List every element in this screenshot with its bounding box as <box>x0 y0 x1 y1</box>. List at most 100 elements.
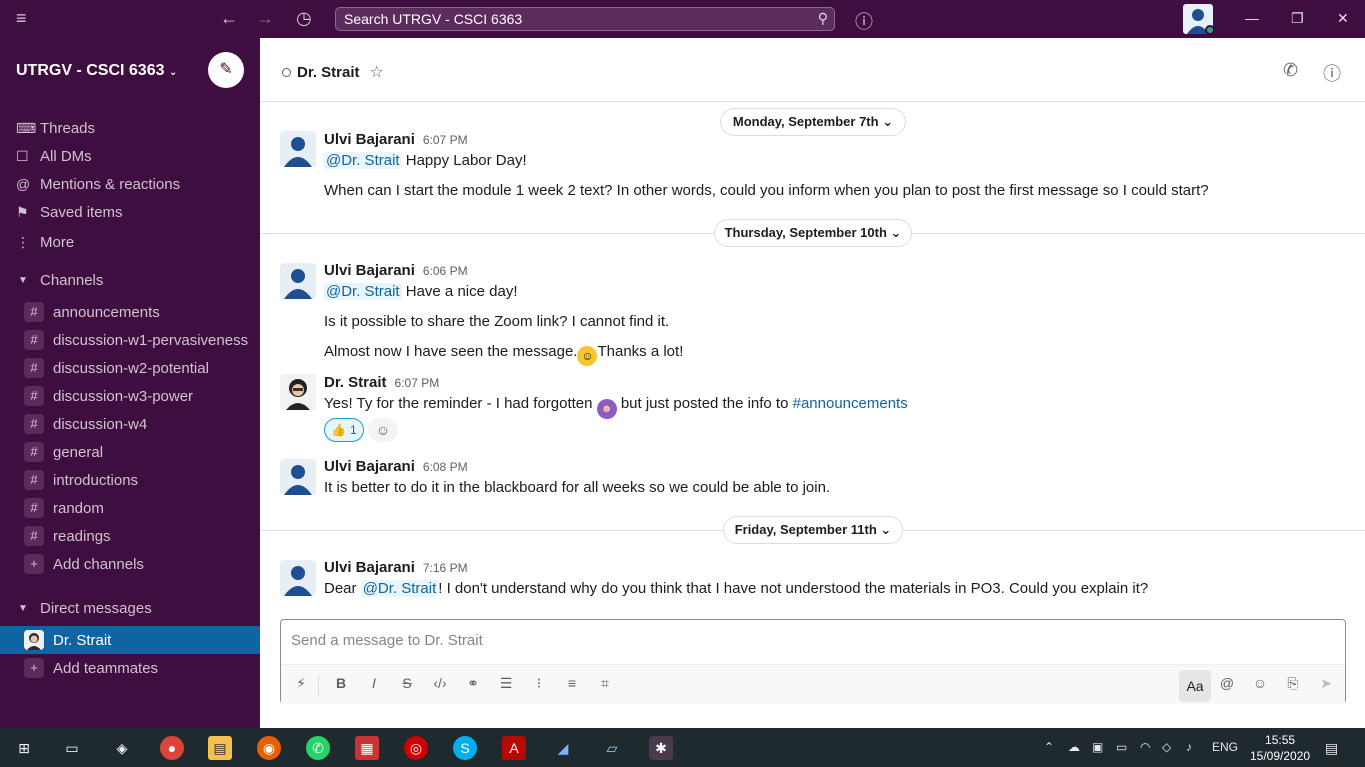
emoji-icon[interactable]: ☺ <box>1250 675 1270 691</box>
tray-app-icon[interactable]: ☁ <box>1068 740 1080 754</box>
link-icon[interactable]: ⚭ <box>463 675 483 692</box>
workspace-name[interactable]: UTRGV - CSCI 6363 ⌄ <box>16 62 177 80</box>
system-clock[interactable]: 15:55 15/09/2020 <box>1250 732 1310 764</box>
sidebar-item-discussion-w3[interactable]: # discussion-w3-power <box>24 382 193 410</box>
add-channels-button[interactable]: + Add channels <box>24 550 144 578</box>
info-icon[interactable]: ⓘ <box>1323 60 1341 86</box>
history-icon[interactable]: ◷ <box>296 8 312 29</box>
bold-icon[interactable]: B <box>331 675 351 691</box>
skype-icon[interactable]: S <box>453 736 477 760</box>
user-mention[interactable]: @Dr. Strait <box>360 580 439 597</box>
sidebar-item-readings[interactable]: # readings <box>24 522 111 550</box>
dropbox-icon[interactable]: ◇ <box>1162 740 1171 754</box>
user-mention[interactable]: @Dr. Strait <box>324 152 402 169</box>
channel-title[interactable]: Dr. Strait ☆ <box>282 62 384 82</box>
blockquote-icon[interactable]: ≡ <box>562 675 582 691</box>
code-icon[interactable]: ‹/› <box>430 675 450 691</box>
windows-start-icon[interactable]: ⊞ <box>12 736 36 760</box>
date-divider[interactable]: Friday, September 11th ⌄ <box>723 516 903 544</box>
avatar[interactable] <box>280 263 316 299</box>
firefox-icon[interactable]: ◉ <box>257 736 281 760</box>
wifi-icon[interactable]: ◠ <box>1140 740 1150 754</box>
app-icon[interactable]: ◈ <box>110 736 134 760</box>
message-timestamp[interactable]: 6:07 PM <box>423 133 468 147</box>
shortcuts-icon[interactable]: ⚡ <box>291 675 311 692</box>
notifications-icon[interactable]: ▤ <box>1325 740 1338 757</box>
star-icon[interactable]: ☆ <box>370 62 384 82</box>
search-bar[interactable]: Search UTRGV - CSCI 6363 ⚲ <box>335 7 835 31</box>
sidebar-item-more[interactable]: ⋮ More <box>16 229 74 255</box>
send-icon[interactable]: ➤ <box>1316 675 1336 692</box>
sidebar-item-discussion-w1[interactable]: # discussion-w1-pervasiveness <box>24 326 248 354</box>
back-arrow-icon[interactable]: ← <box>220 8 238 29</box>
bulleted-list-icon[interactable]: ⁝ <box>529 675 549 692</box>
sidebar-item-dr-strait[interactable]: Dr. Strait <box>0 626 260 654</box>
mention-icon[interactable]: @ <box>1217 675 1237 691</box>
forward-arrow-icon[interactable]: → <box>256 8 274 29</box>
attach-icon[interactable]: ⎘ <box>1283 675 1303 692</box>
sidebar: UTRGV - CSCI 6363 ⌄ ✎ ⌨ Threads ☐ All DMs … <box>0 38 260 728</box>
volume-icon[interactable]: ♪ <box>1186 740 1192 754</box>
sidebar-item-threads[interactable]: ⌨ Threads <box>16 115 95 141</box>
dm-section-header[interactable]: ▼ Direct messages <box>18 595 152 621</box>
date-divider[interactable]: Monday, September 7th ⌄ <box>720 108 906 136</box>
acrobat-icon[interactable]: A <box>502 736 526 760</box>
formatting-toggle[interactable]: Aa <box>1179 670 1211 702</box>
sidebar-item-all-dms[interactable]: ☐ All DMs <box>16 143 92 169</box>
sidebar-item-saved[interactable]: ⚑ Saved items <box>16 199 123 225</box>
maximize-icon[interactable]: ❐ <box>1291 10 1304 27</box>
file-explorer-icon[interactable]: ▤ <box>208 736 232 760</box>
sidebar-item-random[interactable]: # random <box>24 494 104 522</box>
add-teammates-button[interactable]: + Add teammates <box>24 654 158 682</box>
app-icon[interactable]: ◢ <box>551 736 575 760</box>
compose-icon[interactable]: ✎ <box>208 52 244 88</box>
message-author[interactable]: Ulvi Bajarani 6:06 PM <box>324 262 468 279</box>
date-divider[interactable]: Thursday, September 10th ⌄ <box>714 219 912 247</box>
strikethrough-icon[interactable]: S <box>397 675 417 691</box>
ordered-list-icon[interactable]: ☰ <box>496 675 516 692</box>
sidebar-item-discussion-w2[interactable]: # discussion-w2-potential <box>24 354 209 382</box>
message-author[interactable]: Dr. Strait 6:07 PM <box>324 374 439 391</box>
avatar[interactable] <box>280 560 316 596</box>
sidebar-item-mentions[interactable]: @ Mentions & reactions <box>16 171 180 197</box>
help-icon[interactable]: ⓘ <box>855 8 873 34</box>
close-icon[interactable]: ✕ <box>1337 10 1349 27</box>
message-timestamp[interactable]: 6:07 PM <box>395 376 440 390</box>
tray-chevron-icon[interactable]: ⌃ <box>1044 740 1054 754</box>
tray-app-icon[interactable]: ▣ <box>1092 740 1103 754</box>
sidebar-item-general[interactable]: # general <box>24 438 103 466</box>
whatsapp-icon[interactable]: ✆ <box>306 736 330 760</box>
reaction-thumbs-up[interactable]: 👍 1 <box>324 418 364 442</box>
message-author[interactable]: Ulvi Bajarani 6:07 PM <box>324 131 468 148</box>
slack-icon[interactable]: ✱ <box>649 736 673 760</box>
italic-icon[interactable]: I <box>364 675 384 691</box>
task-view-icon[interactable]: ▭ <box>60 736 84 760</box>
sidebar-item-discussion-w4[interactable]: # discussion-w4 <box>24 410 147 438</box>
phone-icon[interactable]: ✆ <box>1283 60 1298 81</box>
calendar-app-icon[interactable]: ▦ <box>355 736 379 760</box>
sidebar-item-announcements[interactable]: # announcements <box>24 298 160 326</box>
message-composer[interactable]: Send a message to Dr. Strait ⚡ B I S ‹/›… <box>280 619 1346 704</box>
message-timestamp[interactable]: 6:06 PM <box>423 264 468 278</box>
message-timestamp[interactable]: 7:16 PM <box>423 561 468 575</box>
message-author[interactable]: Ulvi Bajarani 7:16 PM <box>324 559 468 576</box>
add-reaction-icon[interactable]: ☺ <box>368 418 398 442</box>
message-timestamp[interactable]: 6:08 PM <box>423 460 468 474</box>
channel-link[interactable]: #announcements <box>793 395 908 412</box>
chrome-icon[interactable]: ● <box>160 736 184 760</box>
avatar[interactable] <box>280 374 316 410</box>
message-author[interactable]: Ulvi Bajarani 6:08 PM <box>324 458 468 475</box>
app-icon[interactable]: ◎ <box>404 736 428 760</box>
avatar[interactable] <box>280 459 316 495</box>
language-indicator[interactable]: ENG <box>1212 740 1238 754</box>
code-block-icon[interactable]: ⌗ <box>595 675 615 692</box>
message-input[interactable]: Send a message to Dr. Strait <box>291 632 483 649</box>
minimize-icon[interactable]: — <box>1245 10 1259 26</box>
channels-section-header[interactable]: ▼ Channels <box>18 267 103 293</box>
avatar[interactable] <box>280 131 316 167</box>
menu-icon[interactable]: ≡ <box>16 8 27 29</box>
app-icon[interactable]: ▱ <box>600 736 624 760</box>
user-mention[interactable]: @Dr. Strait <box>324 283 402 300</box>
sidebar-item-introductions[interactable]: # introductions <box>24 466 138 494</box>
battery-icon[interactable]: ▭ <box>1116 740 1127 754</box>
